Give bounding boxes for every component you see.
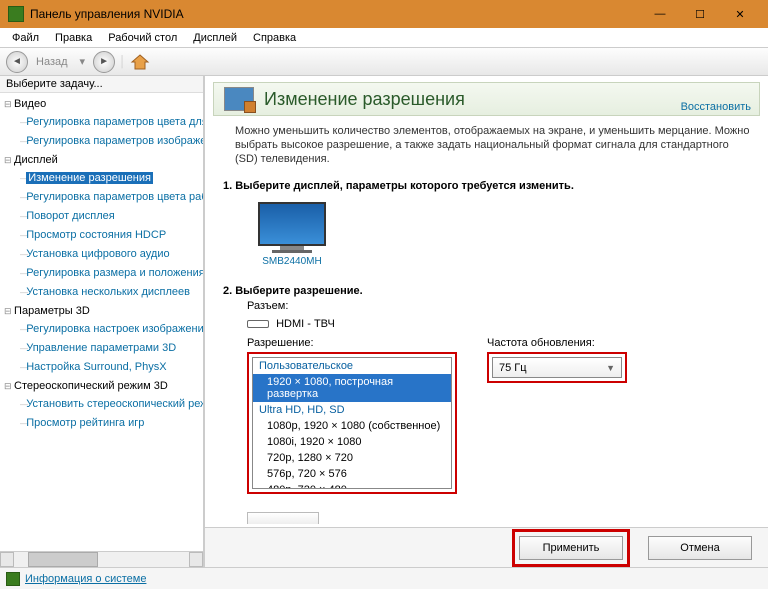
statusbar: Информация о системе: [0, 567, 768, 589]
monitor-icon: [258, 202, 326, 246]
tree-item[interactable]: Установить стереоскопический режим 3D: [0, 395, 203, 414]
tree-item[interactable]: Установка цифрового аудио: [0, 245, 203, 264]
tree-item[interactable]: Регулировка параметров цвета для видео: [0, 113, 203, 132]
step2-label: 2. Выберите разрешение.: [223, 285, 363, 297]
nvidia-small-icon: [6, 572, 20, 586]
resolution-option[interactable]: 1920 × 1080, построчная развертка: [253, 374, 451, 402]
resolution-icon: [224, 87, 254, 111]
restore-link[interactable]: Восстановить: [681, 101, 751, 113]
hdmi-icon: [247, 320, 269, 328]
resolution-list[interactable]: Пользовательское1920 × 1080, построчная …: [252, 357, 452, 489]
home-icon[interactable]: [130, 53, 150, 71]
close-button[interactable]: ✕: [720, 0, 760, 28]
tree-item[interactable]: Установка нескольких дисплеев: [0, 283, 203, 302]
tree-item[interactable]: Регулировка размера и положения рабочего…: [0, 264, 203, 283]
tree-item[interactable]: Регулировка параметров цвета рабочего ст…: [0, 188, 203, 207]
resolution-option[interactable]: 1080p, 1920 × 1080 (собственное): [253, 418, 451, 434]
main-panel: Изменение разрешения Восстановить Можно …: [205, 76, 768, 567]
sidebar-scrollbar[interactable]: [0, 551, 203, 567]
nvidia-icon: [8, 6, 24, 22]
chevron-down-icon: ▼: [606, 363, 615, 373]
monitor-label: SMB2440MH: [247, 256, 337, 267]
step1: 1. Выберите дисплей, параметры которого …: [205, 176, 768, 281]
tree-category[interactable]: Параметры 3D: [0, 302, 203, 320]
cancel-button[interactable]: Отмена: [648, 536, 752, 560]
sidebar-header: Выберите задачу...: [0, 76, 203, 93]
tree-category[interactable]: Дисплей: [0, 151, 203, 169]
refresh-select[interactable]: 75 Гц ▼: [492, 357, 622, 378]
back-dropdown-icon[interactable]: ▾: [80, 55, 86, 68]
tree-item[interactable]: Поворот дисплея: [0, 207, 203, 226]
resolution-option[interactable]: 480p, 720 × 480: [253, 482, 451, 489]
apply-button[interactable]: Применить: [519, 536, 623, 560]
maximize-button[interactable]: ☐: [680, 0, 720, 28]
page-header: Изменение разрешения Восстановить: [213, 82, 760, 116]
resolution-group: Ultra HD, HD, SD: [253, 402, 451, 418]
intro-text: Можно уменьшить количество элементов, от…: [205, 116, 768, 176]
menu-display[interactable]: Дисплей: [185, 30, 245, 46]
resolution-group: Пользовательское: [253, 358, 451, 374]
tree-item[interactable]: Просмотр состояния HDCP: [0, 226, 203, 245]
resolution-option[interactable]: 1080i, 1920 × 1080: [253, 434, 451, 450]
toolbar-separator: │: [119, 56, 126, 68]
task-tree[interactable]: ВидеоРегулировка параметров цвета для ви…: [0, 93, 203, 551]
menu-file[interactable]: Файл: [4, 30, 47, 46]
tree-item[interactable]: Управление параметрами 3D: [0, 339, 203, 358]
connector-label: Разъем:: [247, 300, 288, 312]
minimize-button[interactable]: —: [640, 0, 680, 28]
forward-button[interactable]: ►: [93, 51, 115, 73]
toolbar: ◄ Назад ▾ ► │: [0, 48, 768, 76]
resolution-highlight: Пользовательское1920 × 1080, построчная …: [247, 352, 457, 494]
resolution-label: Разрешение:: [247, 337, 457, 352]
tree-category[interactable]: Стереоскопический режим 3D: [0, 377, 203, 395]
footer: Применить Отмена: [205, 527, 768, 567]
menubar: Файл Правка Рабочий стол Дисплей Справка: [0, 28, 768, 48]
system-info-link[interactable]: Информация о системе: [25, 573, 146, 585]
resolution-option[interactable]: 720p, 1280 × 720: [253, 450, 451, 466]
truncated-button[interactable]: [247, 512, 319, 524]
refresh-highlight: 75 Гц ▼: [487, 352, 627, 383]
monitor-item[interactable]: SMB2440MH: [247, 202, 337, 267]
tree-item[interactable]: Настройка Surround, PhysX: [0, 358, 203, 377]
step1-label: 1. Выберите дисплей, параметры которого …: [223, 180, 574, 192]
resolution-option[interactable]: 576p, 720 × 576: [253, 466, 451, 482]
menu-edit[interactable]: Правка: [47, 30, 100, 46]
sidebar: Выберите задачу... ВидеоРегулировка пара…: [0, 76, 205, 567]
tree-item[interactable]: Изменение разрешения: [0, 169, 203, 188]
tree-item[interactable]: Регулировка параметров изображения для в…: [0, 132, 203, 151]
tree-item[interactable]: Регулировка настроек изображения с просм…: [0, 320, 203, 339]
tree-item[interactable]: Просмотр рейтинга игр: [0, 414, 203, 433]
menu-help[interactable]: Справка: [245, 30, 304, 46]
apply-highlight: Применить: [512, 529, 630, 567]
menu-desktop[interactable]: Рабочий стол: [100, 30, 185, 46]
titlebar: Панель управления NVIDIA — ☐ ✕: [0, 0, 768, 28]
refresh-value: 75 Гц: [499, 362, 527, 374]
back-label: Назад: [36, 56, 68, 68]
window-title: Панель управления NVIDIA: [30, 7, 640, 21]
tree-category[interactable]: Видео: [0, 95, 203, 113]
connector-value: HDMI - ТВЧ: [276, 318, 335, 330]
page-title: Изменение разрешения: [264, 89, 465, 110]
step2: 2. Выберите разрешение. Разъем: HDMI - Т…: [205, 281, 768, 528]
refresh-label: Частота обновления:: [487, 337, 627, 352]
back-button[interactable]: ◄: [6, 51, 28, 73]
